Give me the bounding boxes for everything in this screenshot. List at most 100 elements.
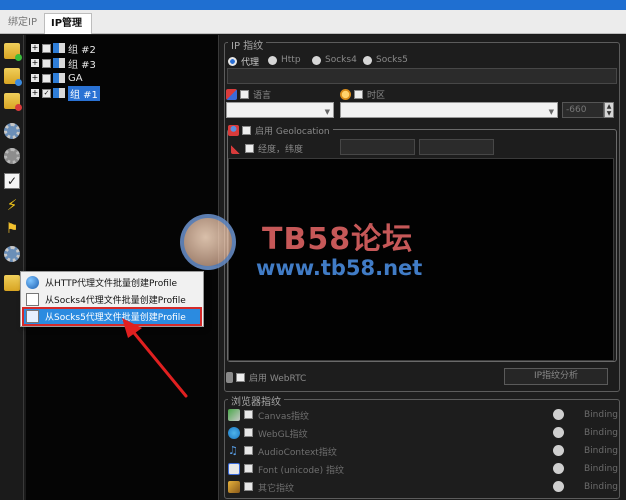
gear-gray-icon[interactable]: [4, 148, 20, 164]
group-icon: [53, 58, 65, 68]
expand-icon[interactable]: +: [31, 89, 39, 97]
binding-toggle[interactable]: [553, 481, 564, 492]
node-checkbox[interactable]: [42, 43, 51, 53]
node-checkbox[interactable]: [42, 73, 51, 83]
fingerprint-checkbox[interactable]: [244, 410, 253, 419]
lightning-icon[interactable]: ⚡: [4, 197, 20, 213]
tree-node[interactable]: + GA: [31, 71, 83, 85]
chevron-down-icon: ▼: [324, 108, 330, 116]
canvas-icon: [228, 409, 240, 421]
fingerprint-checkbox[interactable]: [244, 464, 253, 473]
tree-node[interactable]: + 组 #2: [31, 41, 96, 56]
clock-icon: [340, 89, 351, 100]
gear-icon[interactable]: [4, 123, 20, 139]
chevron-down-icon: ▼: [548, 108, 554, 116]
radio-selected-icon: [228, 57, 237, 66]
fingerprint-row: ♫ AudioContext指纹 Binding: [228, 444, 619, 459]
tree-node-selected[interactable]: + ✓ 组 #1: [31, 85, 100, 101]
tab-ip-management[interactable]: IP管理: [44, 13, 92, 34]
folder-edit-icon[interactable]: [4, 68, 22, 86]
expand-icon[interactable]: +: [31, 74, 39, 82]
tree-node-label: 组 #1: [68, 85, 100, 101]
folder-add-icon[interactable]: [4, 43, 22, 61]
binding-toggle[interactable]: [553, 445, 564, 456]
radio-icon: [363, 55, 372, 65]
checkbox-icon: [245, 144, 254, 153]
geolocation-checkbox[interactable]: 启用 Geolocation: [228, 124, 333, 137]
document-icon: [26, 310, 39, 323]
binding-toggle[interactable]: [553, 463, 564, 474]
timezone-checkbox[interactable]: 时区: [340, 88, 385, 101]
tab-bar: 绑定IP IP管理: [0, 10, 626, 34]
fingerprint-row: 其它指纹 Binding: [228, 479, 620, 495]
window-top-bar: [0, 0, 626, 10]
tree-node-label: 组 #2: [68, 44, 96, 56]
latitude-input[interactable]: [340, 139, 415, 155]
webrtc-checkbox[interactable]: 启用 WebRTC: [226, 371, 306, 384]
spinner-arrows-icon[interactable]: ▲ ▼: [604, 102, 614, 118]
checkbox-icon: [236, 373, 245, 382]
context-menu: 从HTTP代理文件批量创建Profile 从Socks4代理文件批量创建Prof…: [20, 271, 204, 327]
browser-fingerprint-title: 浏览器指纹: [228, 393, 284, 408]
main-panel: IP 指纹 代理 Http Socks4 Socks5 语言 时区 ▼ ▼ -6…: [220, 35, 626, 500]
geolocation-icon: [228, 125, 239, 136]
menu-item-socks4-import[interactable]: 从Socks4代理文件批量创建Profile: [23, 291, 201, 308]
folder-delete-icon[interactable]: [4, 93, 22, 111]
tree-node-label: 组 #3: [68, 59, 96, 71]
geolocation-map-area: [228, 158, 614, 361]
socks4-radio[interactable]: Socks4: [312, 55, 357, 65]
menu-item-socks5-import[interactable]: 从Socks5代理文件批量创建Profile: [22, 307, 202, 326]
fingerprint-checkbox[interactable]: [244, 446, 253, 455]
group-icon: [53, 73, 65, 83]
music-note-icon: ♫: [228, 444, 238, 457]
fingerprint-row: WebGL指纹 Binding: [228, 425, 620, 441]
pin-icon: [231, 143, 242, 154]
expand-icon[interactable]: +: [31, 59, 39, 67]
node-checkbox[interactable]: ✓: [42, 88, 51, 98]
checkbox-icon: [240, 90, 249, 99]
node-checkbox[interactable]: [42, 58, 51, 68]
side-toolbar: ✓ ⚡ ⚑: [0, 35, 24, 500]
checkbox-icon: [354, 90, 363, 99]
font-icon: [228, 463, 240, 475]
globe-icon: [26, 276, 39, 289]
checkbox-icon: [242, 126, 251, 135]
language-icon: [226, 89, 237, 100]
binding-toggle[interactable]: [553, 427, 564, 438]
socks5-radio[interactable]: Socks5: [363, 55, 408, 65]
expand-icon[interactable]: +: [31, 44, 39, 52]
latlong-checkbox[interactable]: 经度，纬度: [231, 142, 303, 155]
fingerprint-row: Canvas指纹 Binding: [228, 407, 620, 423]
puzzle-icon: [228, 481, 240, 493]
tree-node[interactable]: + 组 #3: [31, 56, 96, 71]
group-tree: + 组 #2 + 组 #3 + GA + ✓ 组 #1: [26, 35, 219, 500]
radio-icon: [312, 55, 321, 65]
tree-node-label: GA: [68, 72, 83, 84]
menu-item-http-import[interactable]: 从HTTP代理文件批量创建Profile: [23, 274, 201, 291]
folder-export-icon[interactable]: [4, 275, 20, 291]
language-select[interactable]: ▼: [226, 102, 334, 118]
fingerprint-row: Font (unicode) 指纹 Binding: [228, 461, 620, 477]
ip-fingerprint-title: IP 指纹: [228, 37, 267, 52]
proxy-address-input[interactable]: [227, 68, 617, 84]
timezone-offset-input[interactable]: -660: [562, 102, 604, 118]
gear-small-icon[interactable]: [4, 246, 20, 262]
binding-toggle[interactable]: [553, 409, 564, 420]
webgl-icon: [228, 427, 240, 439]
flag-icon[interactable]: ⚑: [4, 221, 20, 237]
radio-icon: [268, 55, 277, 65]
group-icon: [53, 43, 65, 53]
language-checkbox[interactable]: 语言: [226, 88, 271, 101]
checkbox-icon[interactable]: ✓: [4, 173, 20, 189]
ip-analysis-button[interactable]: IP指纹分析: [504, 368, 608, 385]
fingerprint-checkbox[interactable]: [244, 428, 253, 437]
proxy-radio[interactable]: 代理: [228, 55, 259, 68]
fingerprint-checkbox[interactable]: [244, 482, 253, 491]
webrtc-icon: [226, 372, 233, 383]
longitude-input[interactable]: [419, 139, 494, 155]
tab-bind-ip[interactable]: 绑定IP: [2, 13, 44, 34]
timezone-select[interactable]: ▼: [340, 102, 558, 118]
http-radio[interactable]: Http: [268, 55, 301, 65]
group-icon: [53, 88, 65, 98]
document-icon: [26, 293, 39, 306]
